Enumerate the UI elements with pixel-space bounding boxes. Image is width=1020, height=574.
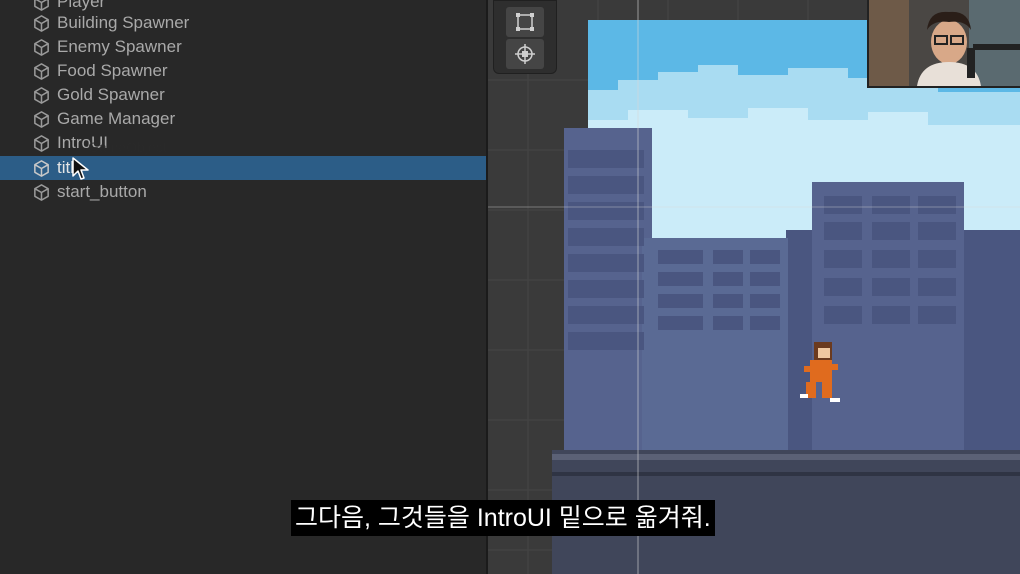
video-subtitle: 그다음, 그것들을 IntroUI 밑으로 옮겨줘. xyxy=(291,500,715,536)
hierarchy-item-gold-spawner[interactable]: Gold Spawner xyxy=(0,83,486,107)
gameobject-cube-icon xyxy=(34,184,49,201)
hierarchy-item-start-button[interactable]: start_button xyxy=(0,180,486,204)
webcam-overlay xyxy=(867,0,1020,88)
hierarchy-item-food-spawner[interactable]: Food Spawner xyxy=(0,59,486,83)
gameobject-cube-icon xyxy=(34,87,49,104)
hierarchy-panel: Player Building Spawner Enemy Spawner Fo… xyxy=(0,0,488,574)
rect-tool-icon xyxy=(516,13,534,31)
gameobject-cube-icon xyxy=(34,111,49,128)
webcam-video xyxy=(869,0,1020,86)
gameobject-cube-icon xyxy=(34,160,49,177)
hierarchy-item-label: Game Manager xyxy=(57,109,176,128)
hierarchy-item-label: Enemy Spawner xyxy=(57,37,182,56)
drag-ghost-label: GameObject xyxy=(88,139,167,155)
building-middle xyxy=(642,238,788,460)
scene-tool-panel xyxy=(493,0,557,74)
gameobject-cube-icon xyxy=(34,63,49,80)
transform-tool-button[interactable] xyxy=(506,39,544,69)
gameobject-cube-icon xyxy=(34,15,49,32)
gameobject-cube-icon xyxy=(34,135,49,152)
hierarchy-item-enemy-spawner[interactable]: Enemy Spawner xyxy=(0,35,486,59)
gameobject-cube-icon xyxy=(34,39,49,56)
transform-tool-icon xyxy=(515,44,535,64)
hierarchy-item-label: Gold Spawner xyxy=(57,85,165,104)
hierarchy-item-building-spawner[interactable]: Building Spawner xyxy=(0,11,486,35)
hierarchy-item-label: Building Spawner xyxy=(57,13,190,32)
rect-tool-button[interactable] xyxy=(506,7,544,37)
hierarchy-item-introui[interactable]: IntroUI xyxy=(0,131,486,155)
hierarchy-item-label: start_button xyxy=(57,182,147,201)
hierarchy-item-label: Food Spawner xyxy=(57,61,168,80)
mouse-cursor-icon xyxy=(72,157,89,180)
hierarchy-item-game-manager[interactable]: Game Manager xyxy=(0,107,486,131)
